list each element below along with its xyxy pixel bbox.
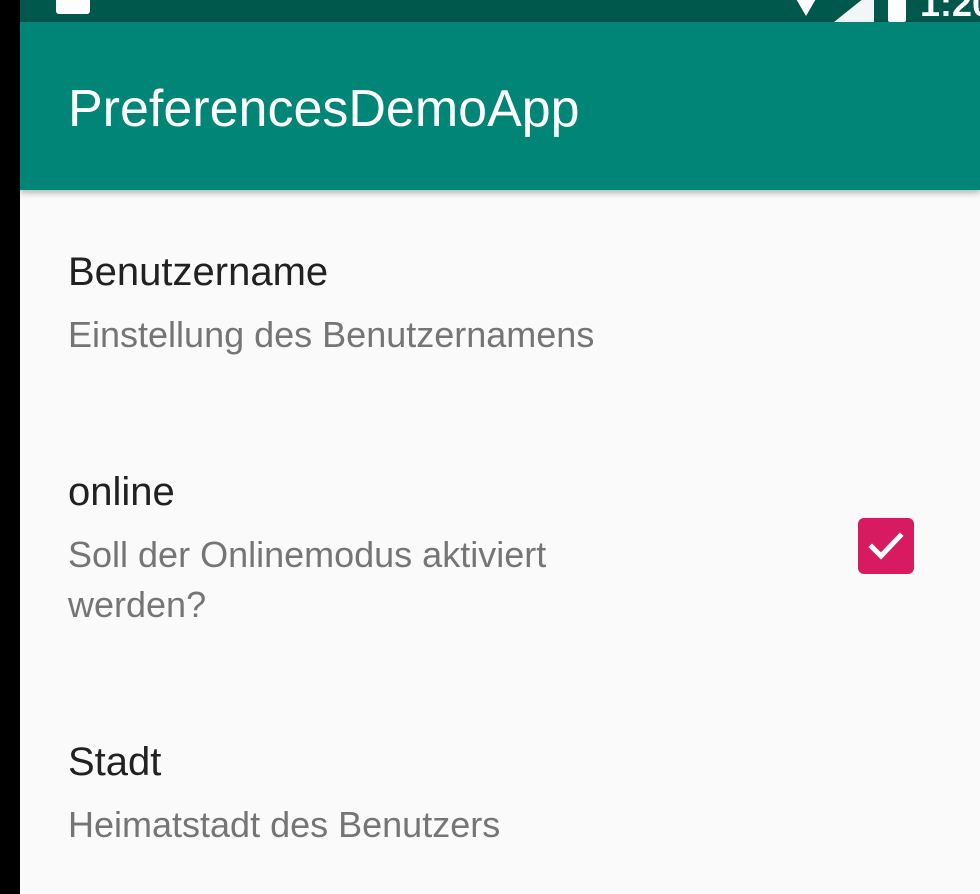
- status-bar: 1:20: [20, 0, 980, 22]
- preference-summary: Soll der Onlinemodus aktiviert werden?: [68, 534, 547, 625]
- settings-screen: 1:20 PreferencesDemoApp Benutzername Ein…: [20, 0, 980, 894]
- preference-city[interactable]: Stadt Heimatstadt des Benutzers: [20, 672, 980, 894]
- preference-title: online: [68, 470, 175, 514]
- check-icon: [868, 532, 904, 560]
- status-icons: 1:20: [791, 0, 980, 22]
- app-bar: PreferencesDemoApp: [20, 22, 980, 190]
- preference-title: Stadt: [68, 740, 162, 784]
- status-time: 1:20: [919, 0, 980, 22]
- preference-online[interactable]: online Soll der Onlinemodus aktiviert we…: [20, 402, 980, 672]
- app-title: PreferencesDemoApp: [68, 80, 580, 138]
- online-checkbox[interactable]: [858, 518, 914, 574]
- battery-icon: [887, 0, 906, 22]
- preference-summary: Heimatstadt des Benutzers: [68, 804, 501, 845]
- wifi-icon: [791, 0, 820, 16]
- notification-icon: [56, 0, 90, 14]
- preference-summary: Einstellung des Benutzernamens: [68, 314, 595, 355]
- signal-icon: [833, 0, 874, 22]
- preference-username[interactable]: Benutzername Einstellung des Benutzernam…: [20, 190, 980, 402]
- preference-title: Benutzername: [68, 250, 329, 294]
